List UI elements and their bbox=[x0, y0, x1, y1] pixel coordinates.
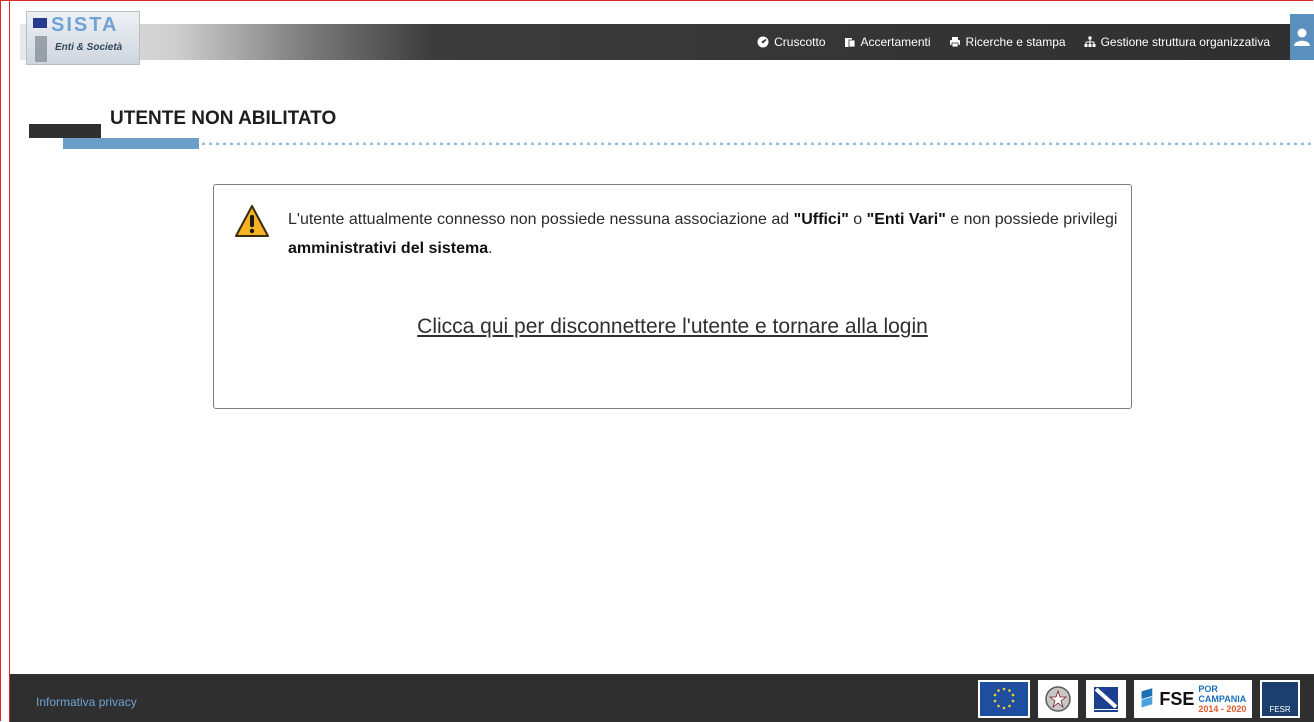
alert-text-part4: . bbox=[488, 240, 493, 257]
nav-label-gestione-struttura: Gestione struttura organizzativa bbox=[1100, 35, 1270, 49]
nav-label-ricerche-stampa: Ricerche e stampa bbox=[965, 35, 1066, 49]
fesr-logo: FESR bbox=[1260, 680, 1300, 718]
nav-item-cruscotto[interactable]: Cruscotto bbox=[757, 35, 826, 49]
logo-figure-icon bbox=[35, 36, 47, 62]
fse-sub2: 2014 - 2020 bbox=[1198, 704, 1247, 714]
fse-label: FSE bbox=[1159, 688, 1195, 709]
logo-title: SISTA bbox=[51, 14, 119, 36]
clipboard-icon bbox=[844, 38, 855, 48]
fesr-label: FESR bbox=[1269, 705, 1291, 714]
alert-text-part1: L'utente attualmente connesso non possie… bbox=[288, 211, 794, 228]
italian-republic-logo bbox=[1038, 680, 1078, 718]
privacy-link[interactable]: Informativa privacy bbox=[36, 695, 137, 709]
logo-tile-icon bbox=[33, 18, 47, 28]
printer-icon bbox=[949, 37, 960, 48]
alert-box: L'utente attualmente connesso non possie… bbox=[213, 184, 1132, 409]
alert-text-uffici: "Uffici" bbox=[793, 211, 849, 228]
main-nav: Cruscotto Accertamenti Ricerche e stampa… bbox=[757, 24, 1270, 60]
alert-text-enti: "Enti Vari" bbox=[866, 211, 946, 228]
title-accent-dark bbox=[29, 124, 101, 138]
nav-item-ricerche-stampa[interactable]: Ricerche e stampa bbox=[949, 35, 1066, 49]
campania-shield-icon bbox=[1094, 687, 1118, 712]
alert-text-part2: o bbox=[848, 211, 867, 228]
title-accent-blue bbox=[63, 138, 199, 149]
warning-icon bbox=[235, 205, 269, 237]
user-menu-button[interactable] bbox=[1290, 14, 1314, 60]
fse-por-campania-logo: FSE POR CAMPANIA 2014 - 2020 bbox=[1134, 680, 1252, 718]
fse-sub1: POR CAMPANIA bbox=[1198, 684, 1247, 704]
left-border bbox=[9, 0, 10, 722]
page-title: UTENTE NON ABILITATO bbox=[110, 108, 337, 129]
logout-link[interactable]: Clicca qui per disconnettere l'utente e … bbox=[214, 315, 1131, 339]
nav-item-gestione-struttura[interactable]: Gestione struttura organizzativa bbox=[1084, 35, 1270, 49]
footer: Informativa privacy FSE POR CAMPANIA 201… bbox=[10, 674, 1314, 722]
regione-campania-logo bbox=[1086, 680, 1126, 718]
logo-subtitle: Enti & Società bbox=[55, 42, 123, 53]
title-dotted-rule bbox=[200, 142, 1314, 145]
fse-flag-icon bbox=[1141, 688, 1153, 708]
nav-label-cruscotto: Cruscotto bbox=[774, 35, 826, 49]
footer-logos: FSE POR CAMPANIA 2014 - 2020 FESR bbox=[978, 680, 1300, 718]
dashboard-icon bbox=[757, 36, 769, 48]
eu-flag-logo bbox=[978, 680, 1030, 718]
user-icon bbox=[1294, 28, 1310, 46]
alert-text-admin: amministrativi del sistema bbox=[288, 240, 489, 257]
fse-subtext: POR CAMPANIA 2014 - 2020 bbox=[1198, 684, 1252, 714]
org-chart-icon bbox=[1084, 36, 1096, 47]
emblem-icon bbox=[1045, 686, 1071, 712]
nav-item-accertamenti[interactable]: Accertamenti bbox=[844, 35, 931, 49]
alert-message: L'utente attualmente connesso non possie… bbox=[288, 205, 1118, 263]
alert-text-part3: e non possiede privilegi bbox=[945, 211, 1118, 228]
eu-stars-icon bbox=[993, 687, 1015, 710]
nav-label-accertamenti: Accertamenti bbox=[860, 35, 931, 49]
app-logo[interactable]: SISTA Enti & Società bbox=[26, 11, 140, 65]
